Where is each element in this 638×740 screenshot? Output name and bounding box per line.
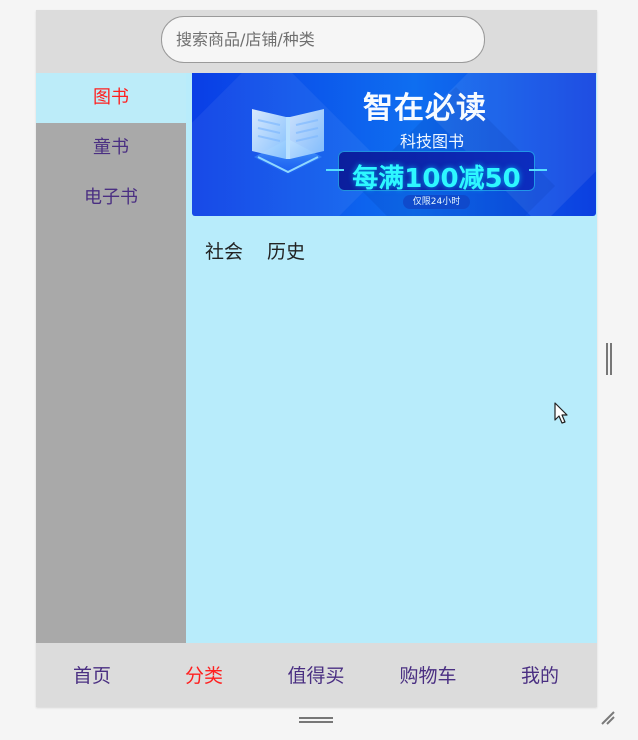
tab-worth-buying[interactable]: 值得买 <box>266 661 366 688</box>
sidebar-item-ebooks[interactable]: 电子书 <box>36 173 186 223</box>
search-input[interactable] <box>161 16 485 63</box>
banner-title: 智在必读 <box>363 91 487 126</box>
sidebar-item-books[interactable]: 图书 <box>36 73 186 123</box>
category-sidebar: 图书 童书 电子书 <box>36 73 186 643</box>
tab-me[interactable]: 我的 <box>490 661 590 688</box>
subcategory-history[interactable]: 历史 <box>267 237 305 264</box>
header <box>36 10 597 73</box>
category-content: 智在必读 科技图书 每满100减50 仅限24小时 社会 历史 <box>186 73 597 643</box>
resize-grip-icon[interactable] <box>600 710 616 726</box>
scrollbar-grip-icon[interactable] <box>605 343 613 375</box>
tab-cart[interactable]: 购物车 <box>378 661 478 688</box>
book-icon <box>252 109 324 175</box>
subcategory-list: 社会 历史 <box>205 237 305 264</box>
tab-home[interactable]: 首页 <box>42 661 142 688</box>
sidebar-item-label: 电子书 <box>84 187 138 208</box>
banner-promo: 每满100减50 <box>352 164 521 194</box>
banner-subtitle: 科技图书 <box>399 132 464 151</box>
sidebar-item-childrens-books[interactable]: 童书 <box>36 123 186 173</box>
bottom-tab-bar: 首页 分类 值得买 购物车 我的 <box>36 643 597 707</box>
sidebar-item-label: 童书 <box>93 137 129 158</box>
banner-time-limit-tag: 仅限24小时 <box>403 195 470 209</box>
subcategory-society[interactable]: 社会 <box>205 237 243 264</box>
banner-promo-box: 每满100减50 <box>326 151 547 194</box>
tab-category[interactable]: 分类 <box>154 661 254 688</box>
mouse-pointer-icon <box>554 402 568 424</box>
mobile-viewport: 图书 童书 电子书 <box>36 10 597 707</box>
promo-banner[interactable]: 智在必读 科技图书 每满100减50 仅限24小时 <box>192 73 596 216</box>
sidebar-item-label: 图书 <box>93 87 129 108</box>
panel-drag-handle-icon[interactable] <box>299 716 333 724</box>
